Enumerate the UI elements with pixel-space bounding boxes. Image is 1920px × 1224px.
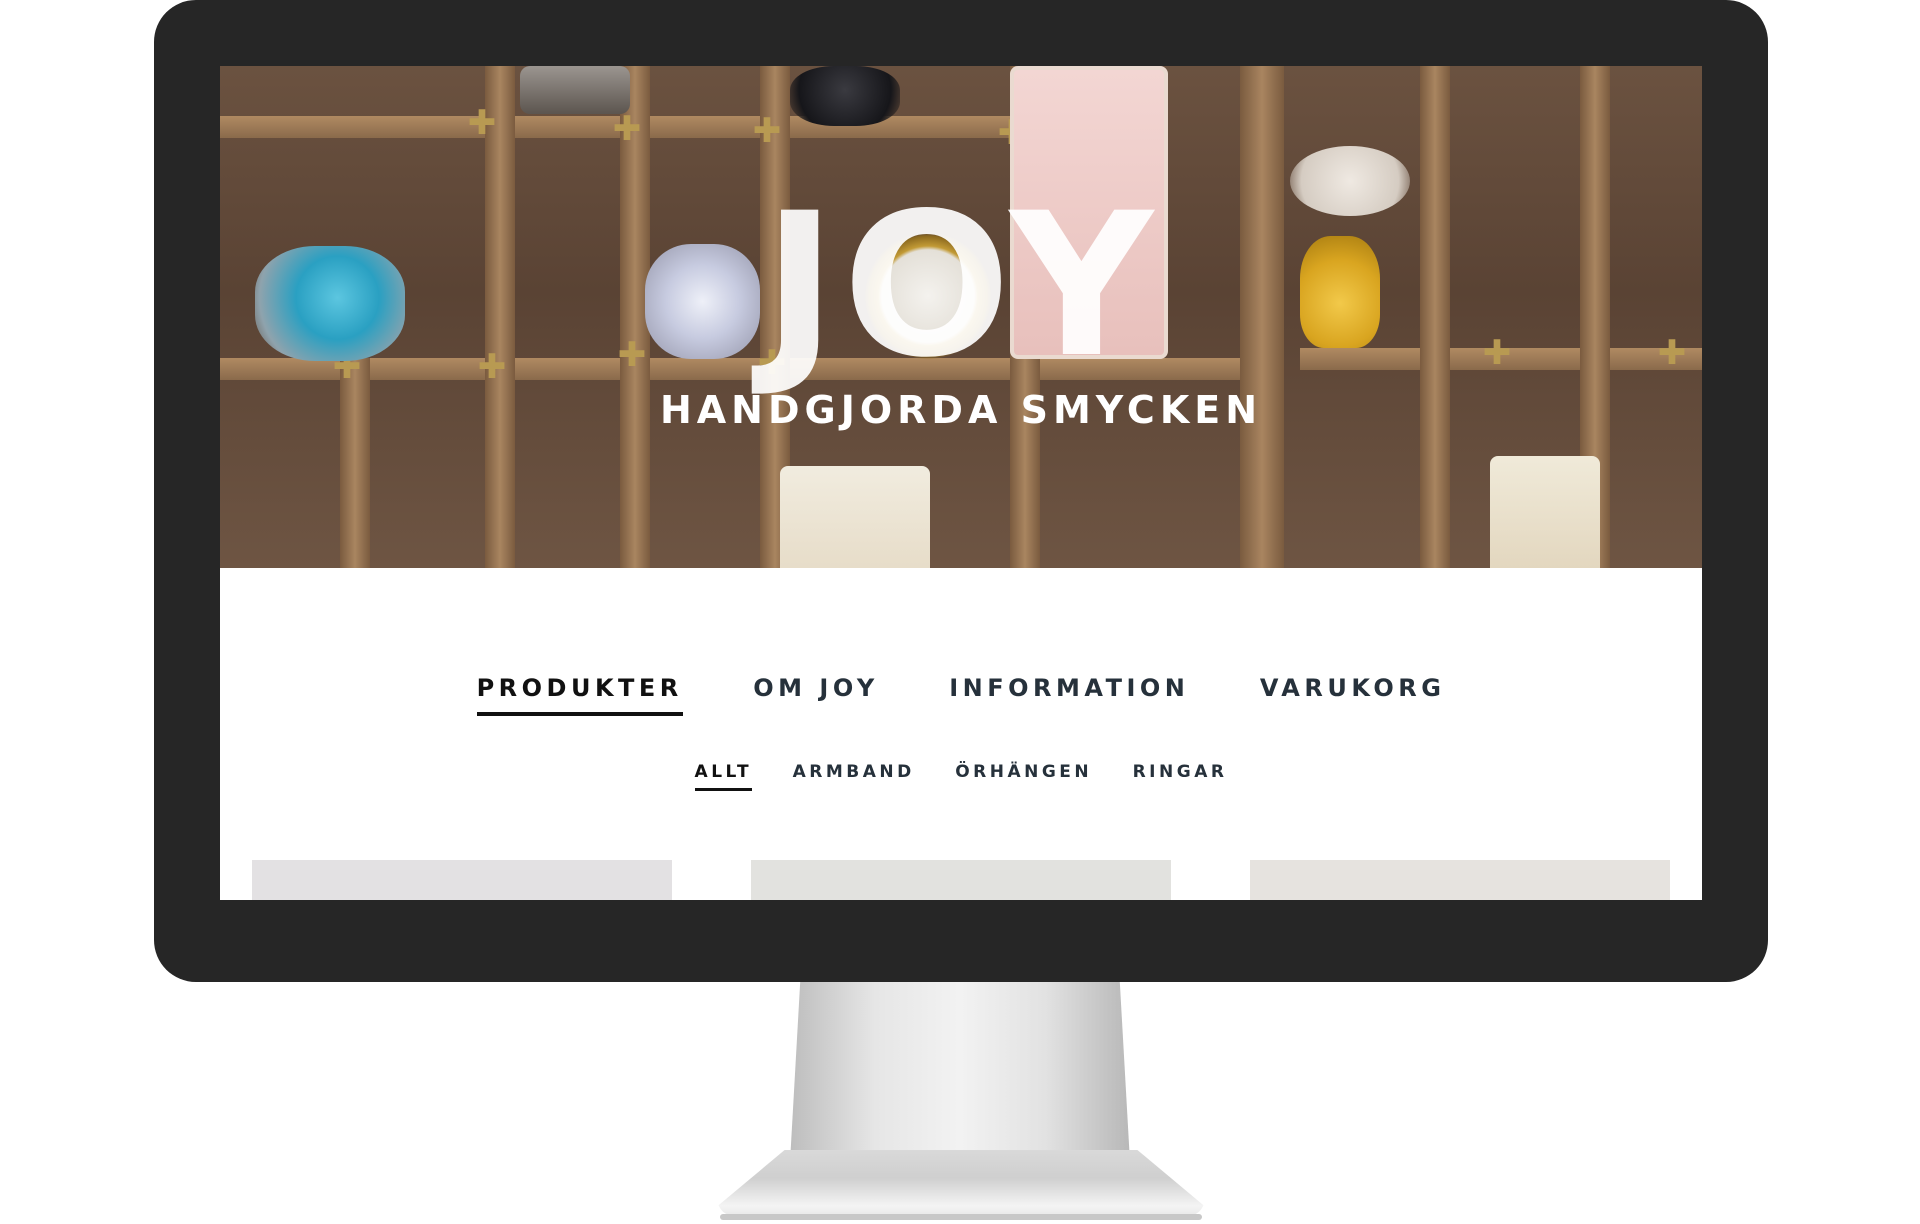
product-tile[interactable] — [1250, 860, 1670, 900]
main-navigation: PRODUKTER OM JOY INFORMATION VARUKORG — [220, 674, 1702, 716]
category-filter-navigation: ALLT ARMBAND ÖRHÄNGEN RINGAR — [220, 762, 1702, 791]
monitor-stand-neck — [790, 982, 1130, 1162]
nav-item-om-joy[interactable]: OM JOY — [753, 674, 879, 712]
monitor-stand-foot — [720, 1214, 1202, 1220]
filter-ringar[interactable]: RINGAR — [1133, 762, 1228, 788]
black-bead-ring-image — [790, 66, 900, 126]
filter-allt[interactable]: ALLT — [694, 762, 753, 791]
filter-armband[interactable]: ARMBAND — [793, 762, 915, 788]
product-tile[interactable] — [751, 860, 1171, 900]
brand-logo-title: JOY — [762, 170, 1160, 401]
monitor-screen: ✚ ✚ ✚ ✚ ✚ ✚ ✚ ✚ ✚ ✚ JOY HANDGJORDA SMYCK… — [220, 66, 1702, 900]
king-playing-card-image — [1490, 456, 1600, 568]
queen-playing-card-image — [780, 466, 930, 568]
brass-bracket-icon: ✚ — [467, 104, 497, 142]
nav-item-varukorg[interactable]: VARUKORG — [1260, 674, 1446, 712]
monitor-stand-base — [716, 1150, 1206, 1220]
nav-item-produkter[interactable]: PRODUKTER — [476, 674, 683, 716]
product-tile[interactable] — [252, 860, 672, 900]
filter-orhangen[interactable]: ÖRHÄNGEN — [955, 762, 1092, 788]
brass-bracket-icon: ✚ — [752, 112, 782, 150]
brass-bracket-icon: ✚ — [612, 110, 642, 148]
brand-tagline: HANDGJORDA SMYCKEN — [659, 388, 1263, 432]
hero-banner: ✚ ✚ ✚ ✚ ✚ ✚ ✚ ✚ ✚ ✚ JOY HANDGJORDA SMYCK… — [220, 66, 1702, 568]
nav-item-information[interactable]: INFORMATION — [949, 674, 1189, 712]
silver-figurine-image — [520, 66, 630, 114]
